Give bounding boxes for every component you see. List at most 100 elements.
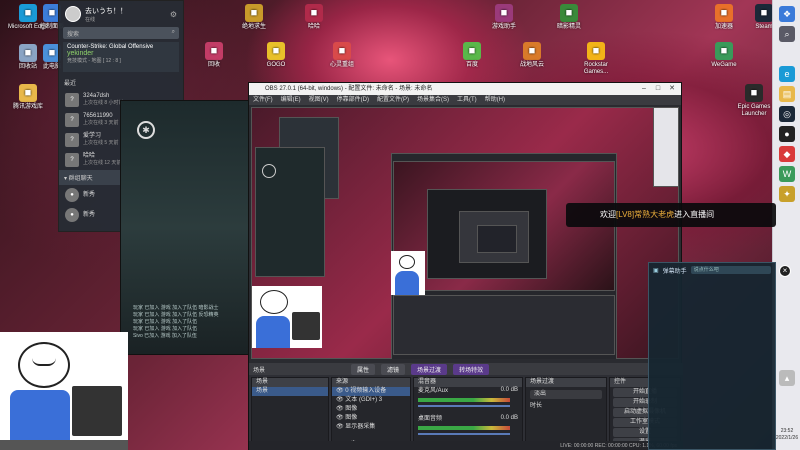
source-item[interactable]: 👁 图像 bbox=[332, 405, 410, 414]
notify-suffix: 进入直播间 bbox=[674, 210, 715, 219]
desktop-icon[interactable]: ■ 战地风云 bbox=[508, 42, 556, 69]
wegame-icon[interactable]: W bbox=[779, 166, 795, 182]
gear-icon[interactable]: ⚙ bbox=[170, 10, 177, 19]
notify-level: [LV8] bbox=[616, 210, 635, 219]
desktop-icon[interactable]: ■ 绝地求生 bbox=[230, 4, 278, 31]
desktop-icon[interactable]: ■ 哈哈 bbox=[290, 4, 338, 31]
desktop-icon[interactable]: ■ WeGame bbox=[700, 42, 748, 69]
duration-label: 时长 bbox=[530, 403, 543, 409]
contact-avatar: ? bbox=[65, 113, 79, 127]
danmaku-input[interactable]: 说点什么吧 bbox=[690, 266, 771, 274]
csgo-logo-icon: ✱ bbox=[137, 121, 155, 139]
steam-icon[interactable]: ◎ bbox=[779, 106, 795, 122]
contact-name: 765611990 上次在线 3 天前 bbox=[83, 113, 119, 126]
avatar[interactable] bbox=[65, 6, 81, 22]
app-icon[interactable]: ◆ bbox=[779, 146, 795, 162]
log-line: 玩家 已加入 游戏 加入了队伍 暗影战士 bbox=[133, 305, 219, 311]
danmaku-window[interactable]: ▣ 弹幕助手 说点什么吧 × bbox=[648, 262, 791, 450]
cartoon-overlay-small bbox=[252, 286, 322, 348]
steam-icon: ■ bbox=[755, 4, 773, 22]
properties-button[interactable]: 属性 bbox=[351, 363, 376, 375]
group-avatar: ● bbox=[65, 188, 79, 202]
source-item[interactable]: 👁 图像 bbox=[332, 414, 410, 423]
search-placeholder: 搜索 bbox=[67, 32, 80, 38]
mixer-channel: 麦克风/Aux 0.0 dB bbox=[414, 387, 522, 415]
taskbar-clock[interactable]: 23:52 2022/1/26 bbox=[774, 428, 800, 442]
nested-preview-4 bbox=[477, 225, 517, 253]
obs-icon[interactable]: ● bbox=[779, 126, 795, 142]
transition-effect-button[interactable]: 转场特效 bbox=[453, 363, 490, 375]
desktop-icon-label: 绝地求生 bbox=[241, 24, 266, 30]
menu-item[interactable]: 配置文件(P) bbox=[377, 95, 409, 105]
notify-prefix: 欢迎 bbox=[600, 210, 616, 219]
clock-date: 2022/1/26 bbox=[775, 435, 799, 441]
app-icon: ■ bbox=[333, 42, 351, 60]
close-icon[interactable]: × bbox=[779, 265, 791, 277]
desktop-icon-label: Steam bbox=[755, 24, 773, 30]
log-line: Sivo 已加入 游戏 加入了队伍 bbox=[133, 333, 197, 339]
tray-icon[interactable]: ▴ bbox=[779, 370, 795, 386]
group-avatar: ● bbox=[65, 208, 79, 222]
menu-item[interactable]: 视图(V) bbox=[309, 95, 329, 105]
menu-item[interactable]: 帮助(H) bbox=[485, 95, 505, 105]
desktop-icon-label: 心灵重组 bbox=[329, 62, 354, 68]
desktop-icon[interactable]: ■ GOGO bbox=[252, 42, 300, 69]
desktop-icon[interactable]: ■ 百度 bbox=[448, 42, 496, 69]
menu-item[interactable]: 编辑(E) bbox=[281, 95, 301, 105]
search-input[interactable]: 搜索 ⌕ bbox=[63, 27, 179, 39]
volume-slider[interactable] bbox=[418, 405, 510, 407]
taskbar: ❖ ⌕ e ▤ ◎ ● ◆ W ✦ ▴ 23:52 2022/1/26 bbox=[772, 0, 800, 450]
menu-item[interactable]: 工具(T) bbox=[457, 95, 477, 105]
desktop-icon[interactable]: ■ 回收 bbox=[190, 42, 238, 69]
now-playing[interactable]: Counter-Strike: Global Offensive yekinde… bbox=[63, 42, 179, 72]
contact-name: 324a7dsh 上次在线 8 小时前 bbox=[83, 93, 124, 106]
log-line: 玩家 已加入 游戏 加入了队伍 bbox=[133, 319, 198, 325]
danmaku-title: 弹幕助手 bbox=[662, 268, 687, 275]
volume-meter bbox=[418, 426, 510, 430]
desktop-icon[interactable]: ■ 心灵重组 bbox=[318, 42, 366, 69]
desktop-icon[interactable]: ■ Epic Games Launcher bbox=[730, 84, 778, 118]
menu-item[interactable]: 场景集合(S) bbox=[417, 95, 449, 105]
desktop-icon-label: Rockstar Games... bbox=[583, 62, 609, 75]
desktop-icon[interactable]: ■ 腾讯游戏库 bbox=[4, 84, 52, 111]
volume-slider[interactable] bbox=[418, 433, 510, 435]
scenes-dock: 场景 场景 + − ∧ ∨ bbox=[251, 377, 329, 450]
source-item[interactable]: 👁 0 视频输入设备 bbox=[332, 387, 410, 396]
app-icon: ■ bbox=[205, 42, 223, 60]
accelerator-icon: ■ bbox=[715, 4, 733, 22]
desktop-icon[interactable]: ■ 暗影精灵 bbox=[545, 4, 593, 31]
desktop-icon-label: 腾讯游戏库 bbox=[12, 104, 43, 110]
scene-item[interactable]: 场景 bbox=[252, 387, 328, 396]
source-item[interactable]: 👁 显示器采集 bbox=[332, 423, 410, 432]
menu-item[interactable]: 停靠部件(D) bbox=[337, 95, 369, 105]
search-icon[interactable]: ⌕ bbox=[779, 26, 795, 42]
desktop-icon-label: 回收 bbox=[207, 62, 220, 68]
start-icon[interactable]: ❖ bbox=[779, 6, 795, 22]
transition-button[interactable]: 场景过渡 bbox=[411, 363, 448, 375]
desktop-icon-label: GOGO bbox=[266, 62, 286, 68]
desktop-icon-label: 游戏助手 bbox=[491, 24, 516, 30]
log-line: 玩家 已加入 游戏 加入了队伍 反恐精英 bbox=[133, 312, 219, 318]
desktop-icon[interactable]: ■ Rockstar Games... bbox=[572, 42, 620, 76]
status-text: 在线 bbox=[85, 16, 96, 23]
edge-icon[interactable]: e bbox=[779, 66, 795, 82]
filters-button[interactable]: 滤镜 bbox=[381, 363, 406, 375]
game-icon: ■ bbox=[560, 4, 578, 22]
volume-meter bbox=[418, 398, 510, 402]
folder-icon[interactable]: ▤ bbox=[779, 86, 795, 102]
transition-select[interactable]: 淡出 bbox=[530, 390, 602, 399]
minimize-icon[interactable]: – bbox=[637, 83, 651, 95]
nested-bottom-docks bbox=[393, 295, 615, 355]
source-item[interactable]: 👁 文本 (GDI+) 3 bbox=[332, 396, 410, 405]
menu-item[interactable]: 文件(F) bbox=[253, 95, 273, 105]
desktop-icon[interactable]: ■ 游戏助手 bbox=[480, 4, 528, 31]
game-icon[interactable]: ✦ bbox=[779, 186, 795, 202]
desktop-icon-label: 哈哈 bbox=[307, 24, 320, 30]
nested-taskbar bbox=[653, 107, 679, 187]
close-icon[interactable]: ✕ bbox=[665, 83, 679, 95]
obs-window: OBS 27.0.1 (64-bit, windows) - 配置文件: 未命名… bbox=[248, 82, 683, 450]
contact-avatar: ? bbox=[65, 153, 79, 167]
gamepad-icon: ■ bbox=[495, 4, 513, 22]
maximize-icon[interactable]: □ bbox=[651, 83, 665, 95]
contact-avatar: ? bbox=[65, 93, 79, 107]
